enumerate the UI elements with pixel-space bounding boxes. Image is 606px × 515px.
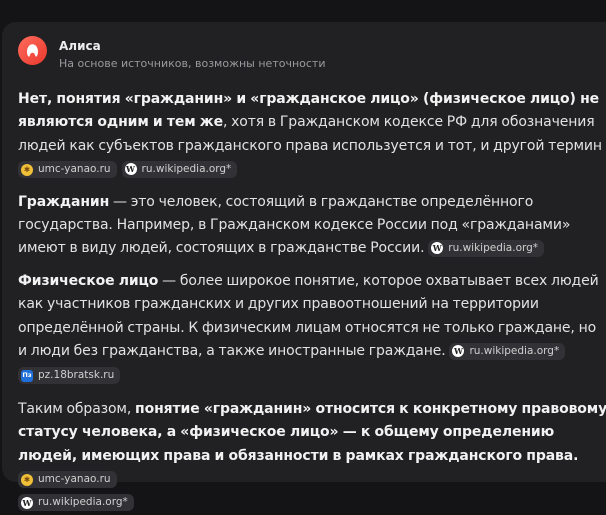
answer-paragraph: Таким образом, понятие «гражданин» относ… <box>18 398 606 515</box>
source-chip-wikipedia[interactable]: Wru.wikipedia.org* <box>428 239 545 257</box>
source-chip-label: umc-yanao.ru <box>38 473 111 486</box>
umc-favicon-icon: ✱ <box>21 163 33 176</box>
answer-bold-text: Физическое лицо <box>18 272 159 289</box>
alice-logo-icon <box>18 36 47 65</box>
source-chip-umc[interactable]: ✱ umc-yanao.ru <box>18 471 117 489</box>
wikipedia-favicon-icon: W <box>124 163 137 176</box>
source-chip-pz[interactable]: Пз pz.18bratsk.ru <box>18 367 121 385</box>
answer-paragraph: Физическое лицо — более широкое понятие,… <box>18 270 606 387</box>
wikipedia-favicon-icon: W <box>452 345 465 358</box>
source-chip-wikipedia[interactable]: Wru.wikipedia.org* <box>121 160 238 178</box>
source-chip-label: ru.wikipedia.org* <box>141 162 232 175</box>
source-chip-label: ru.wikipedia.org* <box>38 496 128 508</box>
wikipedia-favicon-icon: W <box>21 496 33 509</box>
alice-logo-icon-glyph <box>26 44 39 57</box>
source-chip-label: ru.wikipedia.org* <box>469 344 560 357</box>
answer-text: Таким образом, <box>18 400 136 417</box>
wikipedia-favicon-icon: W <box>431 242 444 255</box>
assistant-name: Алиса <box>59 39 101 53</box>
answer-bold-text: Гражданин <box>18 193 110 210</box>
source-chip-umc[interactable]: ✱ umc-yanao.ru <box>18 161 117 179</box>
umc-favicon-icon: ✱ <box>21 473 33 486</box>
answer-body: Нет, понятия «гражданин» и «гражданское … <box>18 88 606 515</box>
answer-paragraph: Гражданин — это человек, состоящий в гра… <box>18 191 606 261</box>
assistant-header: Алиса На основе источников, возможны нет… <box>18 36 325 70</box>
assistant-response-card: Алиса На основе источников, возможны нет… <box>2 22 606 511</box>
source-chip-label: ru.wikipedia.org* <box>448 241 539 254</box>
answer-paragraph: Нет, понятия «гражданин» и «гражданское … <box>18 88 606 182</box>
assistant-disclaimer: На основе источников, возможны неточност… <box>59 57 326 70</box>
source-chip-wikipedia[interactable]: Wru.wikipedia.org* <box>18 494 134 511</box>
source-chip-wikipedia[interactable]: Wru.wikipedia.org* <box>449 342 566 360</box>
source-chip-label: umc-yanao.ru <box>38 163 111 176</box>
source-chip-label: pz.18bratsk.ru <box>38 369 115 382</box>
pz-favicon-icon: Пз <box>21 369 33 382</box>
